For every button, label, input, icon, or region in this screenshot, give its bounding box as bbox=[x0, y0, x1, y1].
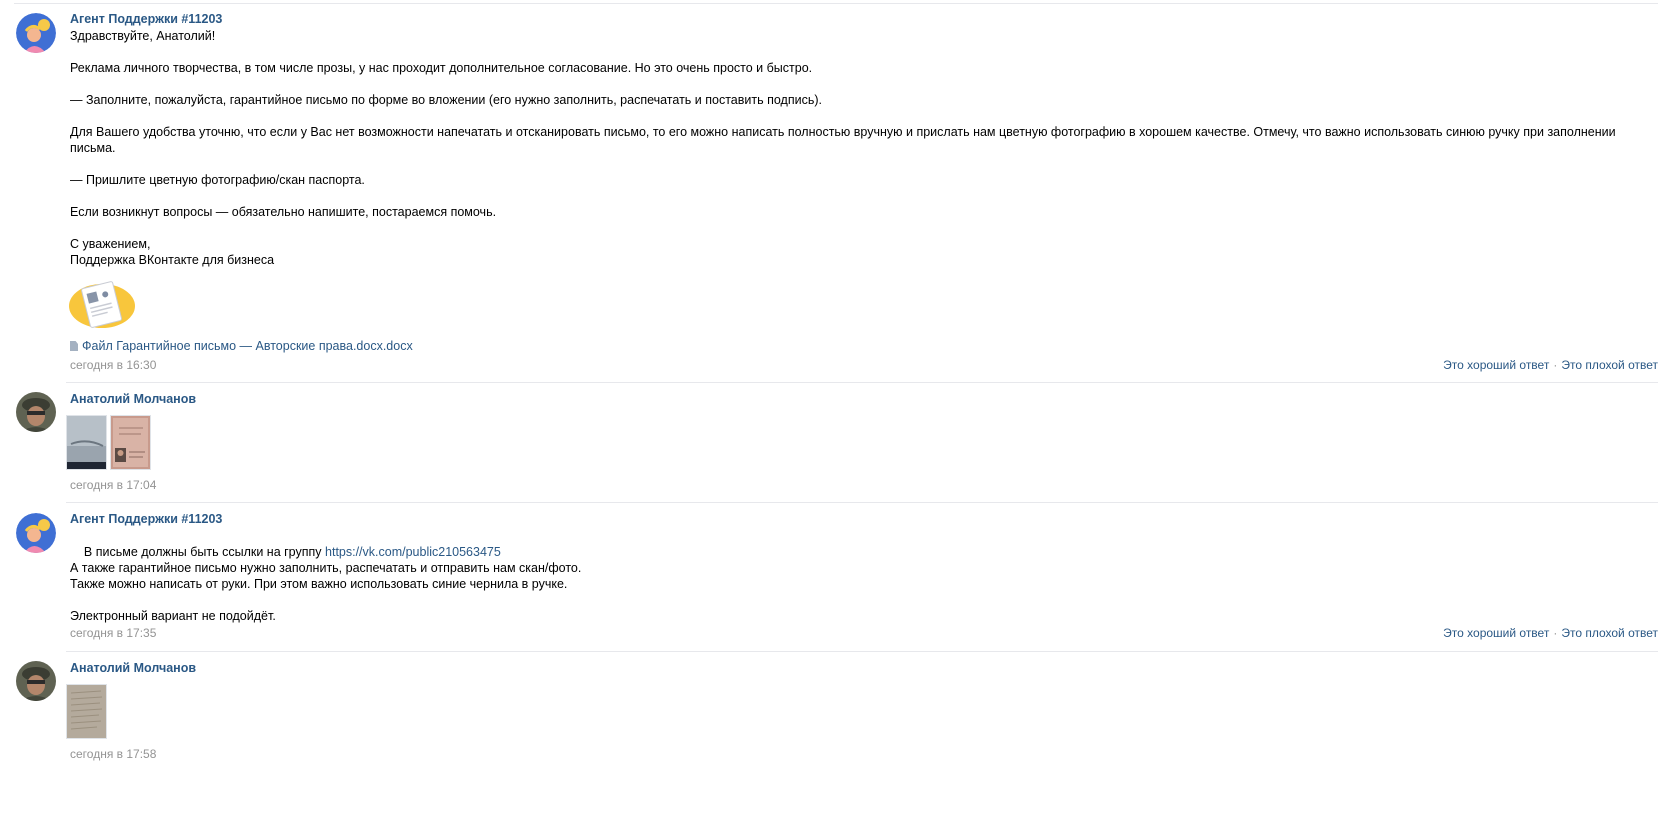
user-photo-avatar-icon[interactable] bbox=[16, 661, 56, 701]
message-separator bbox=[66, 502, 1658, 503]
attached-photo-thumbnail[interactable] bbox=[66, 415, 107, 470]
group-link[interactable]: https://vk.com/public210563475 bbox=[325, 545, 501, 559]
message-timestamp[interactable]: сегодня в 17:04 bbox=[70, 477, 156, 493]
message-signature: С уважением, Поддержка ВКонтакте для биз… bbox=[70, 237, 275, 267]
message-paragraph: — Заполните, пожалуйста, гарантийное пис… bbox=[70, 93, 822, 107]
bad-answer-link[interactable]: Это плохой ответ bbox=[1561, 626, 1658, 640]
good-answer-link[interactable]: Это хороший ответ bbox=[1443, 358, 1549, 372]
rate-separator: · bbox=[1553, 626, 1558, 640]
message-paragraph: А также гарантийное письмо нужно заполни… bbox=[70, 561, 582, 591]
message-timestamp[interactable]: сегодня в 17:58 bbox=[70, 746, 156, 762]
rate-answer-links: Это хороший ответ · Это плохой ответ bbox=[1443, 625, 1658, 641]
bad-answer-link[interactable]: Это плохой ответ bbox=[1561, 358, 1658, 372]
attachment-file-name: Файл Гарантийное письмо — Авторские прав… bbox=[82, 339, 413, 353]
attachment-file-link[interactable]: Файл Гарантийное письмо — Авторские прав… bbox=[70, 338, 413, 354]
message-paragraph: Электронный вариант не подойдёт. bbox=[70, 609, 276, 623]
good-answer-link[interactable]: Это хороший ответ bbox=[1443, 626, 1549, 640]
support-agent-avatar-icon[interactable] bbox=[16, 513, 56, 553]
message-paragraph: — Пришлите цветную фотографию/скан паспо… bbox=[70, 173, 365, 187]
top-separator bbox=[14, 3, 1658, 4]
message-author[interactable]: Агент Поддержки #11203 bbox=[70, 11, 222, 27]
attached-photo-thumbnail[interactable] bbox=[110, 415, 151, 470]
message-paragraph: Если возникнут вопросы — обязательно нап… bbox=[70, 205, 497, 219]
message-timestamp[interactable]: сегодня в 16:30 bbox=[70, 357, 156, 373]
message-paragraph: Для Вашего удобства уточню, что если у В… bbox=[70, 125, 1620, 155]
user-photo-avatar-icon[interactable] bbox=[16, 392, 56, 432]
message-paragraph: Реклама личного творчества, в том числе … bbox=[70, 61, 813, 75]
message-author[interactable]: Агент Поддержки #11203 bbox=[70, 511, 222, 527]
attached-photo-thumbnail[interactable] bbox=[66, 684, 107, 739]
message-text: В письме должны быть ссылки на группу bbox=[83, 545, 326, 559]
support-agent-avatar-icon[interactable] bbox=[16, 13, 56, 53]
document-sticker-image[interactable] bbox=[68, 278, 140, 332]
rate-answer-links: Это хороший ответ · Это плохой ответ bbox=[1443, 357, 1658, 373]
message-author[interactable]: Анатолий Молчанов bbox=[70, 391, 196, 407]
message-separator bbox=[66, 651, 1658, 652]
rate-separator: · bbox=[1553, 358, 1558, 372]
document-icon bbox=[70, 341, 78, 351]
message-paragraph: Здравствуйте, Анатолий! bbox=[70, 29, 216, 43]
message-separator bbox=[66, 382, 1658, 383]
message-timestamp[interactable]: сегодня в 17:35 bbox=[70, 625, 156, 641]
message-author[interactable]: Анатолий Молчанов bbox=[70, 660, 196, 676]
